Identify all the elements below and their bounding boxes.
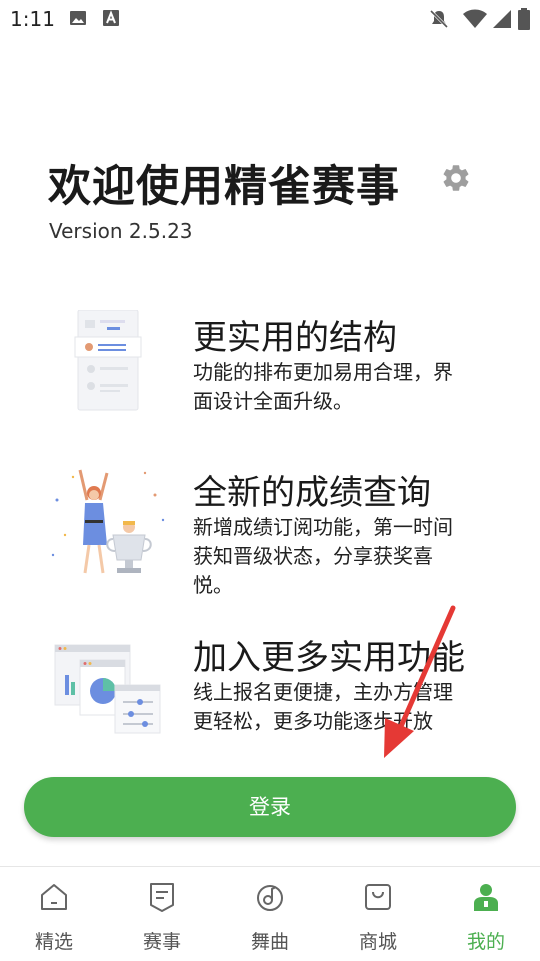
nav-item-events[interactable]: 赛事 [108, 867, 216, 961]
gear-icon[interactable] [440, 162, 472, 194]
wifi-icon [463, 9, 487, 28]
dashboard-illustration [54, 644, 161, 734]
app-notification-icon [103, 10, 119, 26]
battery-icon [518, 8, 530, 30]
feature-description: 功能的排布更加易用合理，界面设计全面升级。 [193, 360, 453, 413]
page-title: 欢迎使用精雀赛事 [48, 162, 400, 212]
feature-scroll-area[interactable]: 加入更多实用功能 线上报名更便捷，主办方管理更轻松，更多功能逐步开放 [0, 600, 540, 746]
signal-icon [493, 10, 511, 28]
nav-item-shop[interactable]: 商城 [324, 867, 432, 961]
login-button[interactable]: 登录 [24, 777, 516, 837]
feature-title: 加入更多实用功能 [193, 638, 465, 678]
nav-label: 我的 [466, 931, 505, 953]
image-notification-icon [70, 11, 86, 25]
celebration-illustration [51, 469, 165, 574]
nav-label: 商城 [358, 931, 397, 953]
status-time: 1:11 [10, 7, 55, 31]
bottom-navigation: 精选 赛事 舞曲 商城 我的 [0, 866, 540, 961]
music-icon [257, 885, 283, 911]
document-icon [150, 883, 174, 912]
feature-title: 全新的成绩查询 [193, 473, 431, 513]
nav-label: 精选 [34, 931, 73, 953]
feature-description: 新增成绩订阅功能，第一时间获知晋级状态，分享获奖喜悦。 [193, 515, 453, 597]
feature-description: 线上报名更便捷，主办方管理更轻松，更多功能逐步开放 [193, 680, 453, 733]
mute-icon [429, 9, 449, 29]
nav-item-mine[interactable]: 我的 [432, 867, 540, 961]
home-icon [41, 884, 67, 910]
nav-item-music[interactable]: 舞曲 [216, 867, 324, 961]
shopping-bag-icon [365, 884, 391, 910]
user-icon [474, 884, 498, 911]
feature-title: 更实用的结构 [193, 318, 397, 358]
nav-label: 赛事 [142, 931, 181, 953]
layout-illustration [74, 310, 142, 411]
status-bar: 1:11 [0, 0, 540, 38]
nav-item-featured[interactable]: 精选 [0, 867, 108, 961]
app-version: Version 2.5.23 [49, 219, 193, 243]
nav-label: 舞曲 [250, 931, 289, 953]
